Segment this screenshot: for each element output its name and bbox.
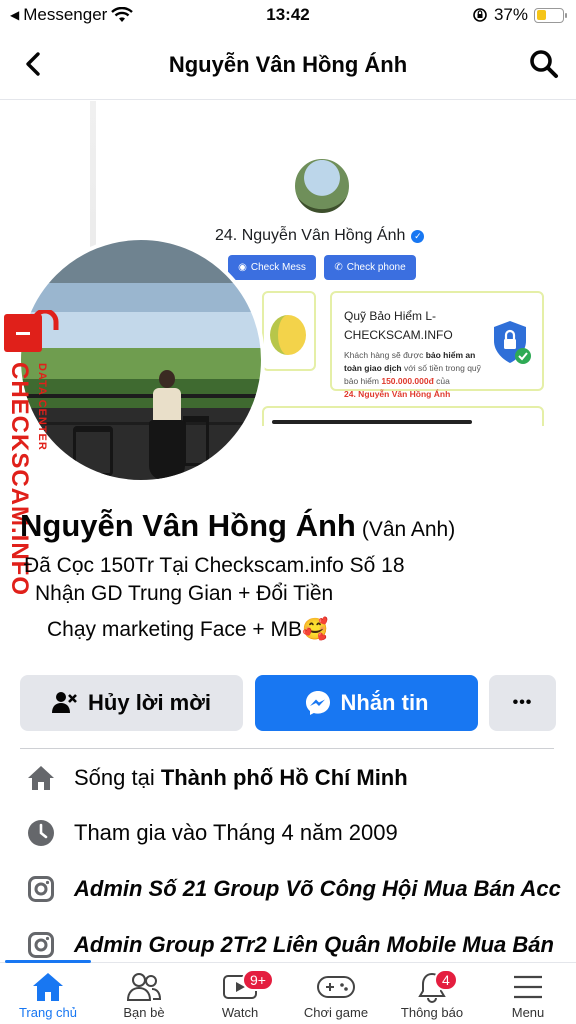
bottom-tab-bar: Trang chủ Bạn bè 9+ Watch Chơi game 4 Th… xyxy=(0,960,576,1024)
pfp-railing-lower xyxy=(21,422,261,426)
info-lives-in: Sống tại Thành phố Hồ Chí Minh xyxy=(26,763,408,793)
messenger-mini-icon: ◉ xyxy=(238,262,247,273)
clock-icon xyxy=(28,820,54,846)
pfp-chair-right xyxy=(183,416,209,466)
lives-in-city[interactable]: Thành phố Hồ Chí Minh xyxy=(161,765,408,790)
info-joined: Tham gia vào Tháng 4 năm 2009 xyxy=(26,818,398,848)
home-info-icon xyxy=(28,766,54,790)
insurance-text-3: của xyxy=(433,376,450,386)
bio-line-3: Chạy marketing Face + MB🥰 xyxy=(47,618,329,641)
more-dots-icon: ••• xyxy=(512,694,533,711)
instagram-icon xyxy=(28,876,54,902)
top-header: Nguyễn Vân Hồng Ánh xyxy=(0,30,576,100)
shield-lock-icon xyxy=(494,321,531,364)
tab-watch-label: Watch xyxy=(221,1005,259,1020)
check-mess-button: ◉ Check Mess xyxy=(228,255,316,280)
pfp-chair xyxy=(73,426,113,476)
cancel-request-label: Hủy lời mời xyxy=(88,690,211,715)
bio-line-2: Nhận GD Trung Gian + Đổi Tiền xyxy=(35,582,334,605)
status-bar: ◀ Messenger 13:42 37% xyxy=(0,0,576,30)
back-arrow-icon[interactable] xyxy=(18,48,50,80)
message-button[interactable]: Nhắn tin xyxy=(255,675,478,731)
menu-icon xyxy=(514,975,542,999)
cover-card-name: 24. Nguyễn Vân Hồng Ánh ✓ xyxy=(215,227,425,245)
lives-in-prefix: Sống tại xyxy=(74,765,161,790)
profile-alt-name: (Vân Anh) xyxy=(361,518,456,541)
message-label: Nhắn tin xyxy=(340,690,429,715)
orientation-lock-icon xyxy=(473,8,487,22)
battery-icon xyxy=(534,7,567,23)
active-tab-indicator xyxy=(5,960,91,963)
watch-badge: 9+ xyxy=(242,969,274,991)
divider xyxy=(20,748,554,749)
tab-watch[interactable]: 9+ Watch xyxy=(192,969,288,1020)
friends-icon xyxy=(126,973,162,1001)
person-cancel-icon xyxy=(52,692,77,713)
check-phone-label: Check phone xyxy=(346,262,406,273)
cover-side-box xyxy=(262,291,316,371)
cover-bottom-bar xyxy=(272,420,472,424)
instagram-icon xyxy=(28,932,54,958)
check-phone-button: ✆ Check phone xyxy=(324,255,416,280)
page-title: Nguyễn Vân Hồng Ánh xyxy=(168,52,408,77)
pfp-person xyxy=(149,370,185,480)
more-options-button[interactable]: ••• xyxy=(489,675,556,731)
tab-home[interactable]: Trang chủ xyxy=(0,969,96,1020)
messenger-icon xyxy=(305,691,330,715)
phone-mini-icon: ✆ xyxy=(334,262,343,273)
tab-home-label: Trang chủ xyxy=(18,1005,78,1020)
tab-gaming-label: Chơi game xyxy=(303,1005,369,1020)
insurance-text-1: Khách hàng sẽ được xyxy=(344,350,426,360)
info-instagram-2[interactable]: Admin Group 2Tr2 Liên Quân Mobile Mua Bá… xyxy=(26,930,554,960)
tab-gaming[interactable]: Chơi game xyxy=(288,969,384,1020)
cover-card-name-text: 24. Nguyễn Vân Hồng Ánh xyxy=(215,227,406,244)
cancel-friend-request-button[interactable]: Hủy lời mời xyxy=(20,675,243,731)
notifications-badge: 4 xyxy=(434,969,458,991)
cover-card-avatar xyxy=(293,157,351,215)
tab-friends[interactable]: Bạn bè xyxy=(96,969,192,1020)
profile-picture[interactable] xyxy=(17,236,265,484)
tab-friends-label: Bạn bè xyxy=(123,1005,165,1020)
gaming-icon xyxy=(317,976,355,998)
insurance-amount: 150.000.000đ xyxy=(381,376,434,386)
insurance-title: Quỹ Bảo Hiểm L-CHECKSCAM.INFO xyxy=(344,309,453,342)
insurance-text: Khách hàng sẽ được bảo hiểm an toàn giao… xyxy=(344,349,494,401)
instagram-1-text: Admin Số 21 Group Võ Công Hội Mua Bán Ac… xyxy=(74,876,561,901)
battery-percent: 37% xyxy=(493,5,528,24)
home-icon xyxy=(33,973,63,1001)
tab-menu[interactable]: Menu xyxy=(480,969,576,1020)
tab-notifications-label: Thông báo xyxy=(400,1005,464,1020)
tab-menu-label: Menu xyxy=(511,1005,545,1020)
bio-line-1: Đã Cọc 150Tr Tại Checkscam.info Số 18 xyxy=(24,554,405,577)
info-instagram-1[interactable]: Admin Số 21 Group Võ Công Hội Mua Bán Ac… xyxy=(26,874,561,904)
verified-badge-icon: ✓ xyxy=(411,229,425,243)
tab-notifications[interactable]: 4 Thông báo xyxy=(384,969,480,1020)
profile-name: Nguyễn Vân Hồng Ánh (Vân Anh) xyxy=(20,508,455,544)
insurance-box: Quỹ Bảo Hiểm L-CHECKSCAM.INFO Khách hàng… xyxy=(330,291,544,399)
search-icon[interactable] xyxy=(528,48,560,80)
watermark-lock-icon xyxy=(4,310,59,352)
joined-text: Tham gia vào Tháng 4 năm 2009 xyxy=(74,820,398,845)
profile-name-text: Nguyễn Vân Hồng Ánh xyxy=(20,508,356,543)
insurance-name: 24. Nguyễn Vân Hồng Ánh xyxy=(344,389,451,399)
check-mess-label: Check Mess xyxy=(250,262,306,273)
watermark-small-text: DATA CENTER xyxy=(36,363,48,451)
instagram-2-text: Admin Group 2Tr2 Liên Quân Mobile Mua Bá… xyxy=(74,932,554,957)
pfp-railing xyxy=(21,393,261,398)
